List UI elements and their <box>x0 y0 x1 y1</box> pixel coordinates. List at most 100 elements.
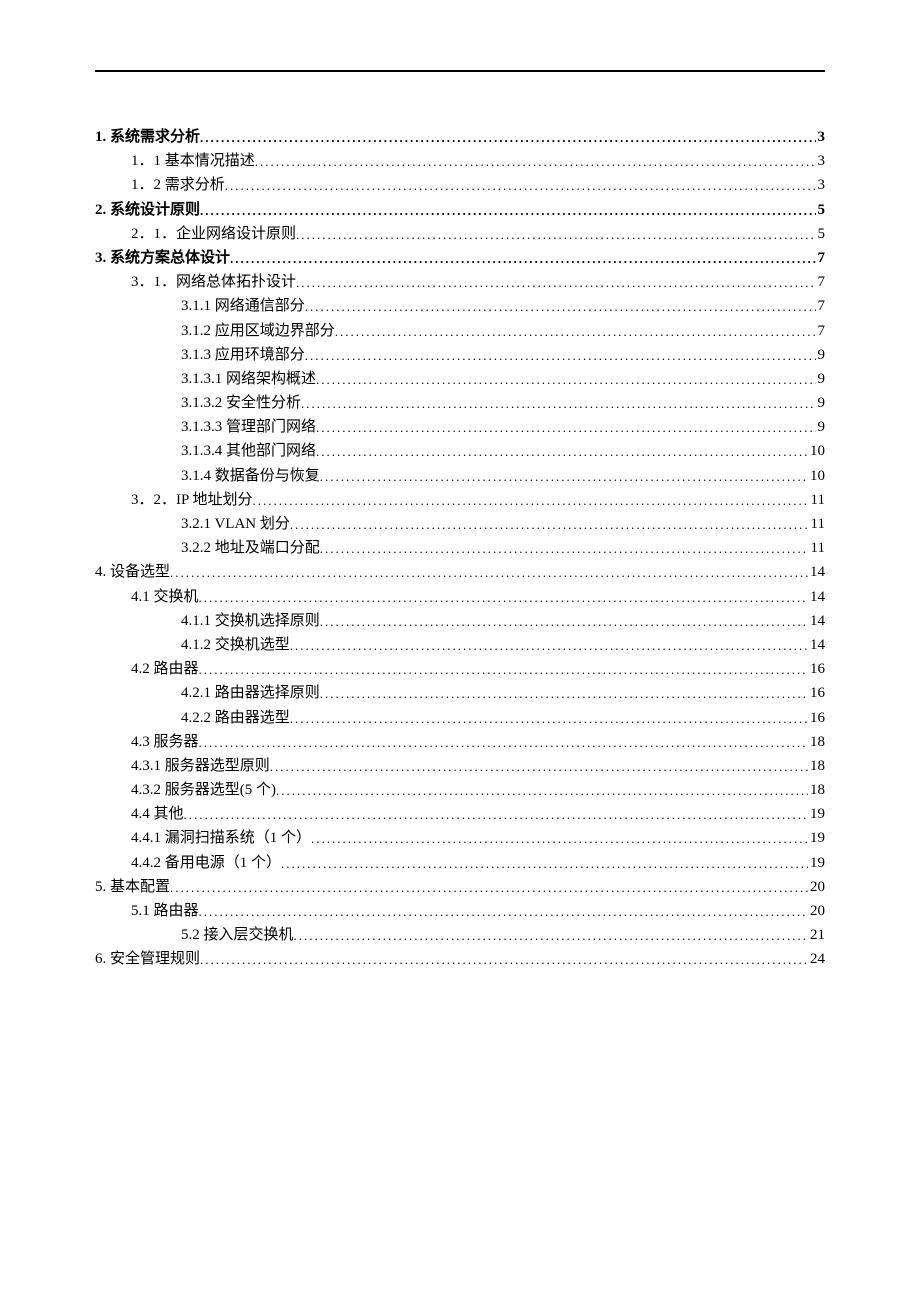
toc-entry-label: 3.1.3 应用环境部分 <box>181 348 305 363</box>
toc-entry[interactable]: 4.2.1 路由器选择原则 16 <box>95 686 825 701</box>
toc-entry[interactable]: 4.1.1 交换机选择原则 14 <box>95 614 825 629</box>
toc-leader-dots <box>311 832 808 845</box>
toc-entry-page: 5 <box>816 203 826 218</box>
toc-entry[interactable]: 4.4.2 备用电源（1 个） 19 <box>95 856 825 871</box>
toc-entry-label: 3．2．IP 地址划分 <box>131 493 253 508</box>
header-rule <box>95 70 825 72</box>
toc-entry[interactable]: 3.1.4 数据备份与恢复 10 <box>95 469 825 484</box>
toc-leader-dots <box>199 591 808 604</box>
toc-entry-label: 3.1.2 应用区域边界部分 <box>181 324 335 339</box>
toc-entry-label: 3. 系统方案总体设计 <box>95 251 230 266</box>
toc-entry[interactable]: 4.1.2 交换机选型 14 <box>95 638 825 653</box>
toc-leader-dots <box>294 929 808 942</box>
toc-entry-label: 2．1．企业网络设计原则 <box>131 227 296 242</box>
toc-entry[interactable]: 1. 系统需求分析3 <box>95 130 825 145</box>
toc-entry-page: 3 <box>816 178 826 193</box>
toc-entry-label: 3．1．网络总体拓扑设计 <box>131 275 296 290</box>
toc-leader-dots <box>301 397 815 410</box>
toc-entry[interactable]: 4.4 其他 19 <box>95 807 825 822</box>
toc-entry[interactable]: 2. 系统设计原则5 <box>95 203 825 218</box>
toc-entry-page: 14 <box>808 614 825 629</box>
toc-entry-label: 6. 安全管理规则 <box>95 952 200 967</box>
toc-entry-page: 9 <box>816 396 826 411</box>
toc-leader-dots <box>230 252 815 265</box>
toc-leader-dots <box>296 228 815 241</box>
toc-entry[interactable]: 5.1 路由器 20 <box>95 904 825 919</box>
toc-entry-label: 4.4.1 漏洞扫描系统（1 个） <box>131 831 311 846</box>
toc-entry-page: 7 <box>816 299 826 314</box>
toc-entry-label: 5.2 接入层交换机 <box>181 928 294 943</box>
toc-leader-dots <box>200 953 808 966</box>
toc-leader-dots <box>290 518 809 531</box>
toc-entry-page: 18 <box>808 783 825 798</box>
toc-entry-label: 4.3 服务器 <box>131 735 199 750</box>
toc-entry-page: 5 <box>816 227 826 242</box>
toc-entry-label: 4.2.1 路由器选择原则 <box>181 686 320 701</box>
toc-entry-label: 4.4 其他 <box>131 807 184 822</box>
toc-entry-label: 4.3.2 服务器选型(5 个) <box>131 783 276 798</box>
toc-entry-label: 4.3.1 服务器选型原则 <box>131 759 270 774</box>
toc-leader-dots <box>225 179 816 192</box>
toc-entry[interactable]: 3.1.1 网络通信部分 7 <box>95 299 825 314</box>
toc-entry[interactable]: 3.2.2 地址及端口分配 11 <box>95 541 825 556</box>
toc-entry[interactable]: 5.2 接入层交换机 21 <box>95 928 825 943</box>
toc-entry[interactable]: 1．1 基本情况描述3 <box>95 154 825 169</box>
toc-entry-page: 3 <box>816 154 826 169</box>
toc-entry[interactable]: 4.3 服务器18 <box>95 735 825 750</box>
toc-entry-label: 4.4.2 备用电源（1 个） <box>131 856 281 871</box>
toc-entry-label: 4.2.2 路由器选型 <box>181 711 290 726</box>
toc-entry-label: 5.1 路由器 <box>131 904 199 919</box>
toc-entry-label: 5. 基本配置 <box>95 880 170 895</box>
toc-leader-dots <box>170 881 808 894</box>
toc-entry[interactable]: 2．1．企业网络设计原则 5 <box>95 227 825 242</box>
toc-entry[interactable]: 6. 安全管理规则24 <box>95 952 825 967</box>
toc-entry-page: 3 <box>816 130 826 145</box>
toc-entry-page: 16 <box>808 686 825 701</box>
toc-entry[interactable]: 3. 系统方案总体设计 7 <box>95 251 825 266</box>
toc-entry-page: 21 <box>808 928 825 943</box>
toc-entry-label: 3.1.3.2 安全性分析 <box>181 396 301 411</box>
toc-entry[interactable]: 4. 设备选型14 <box>95 565 825 580</box>
toc-leader-dots <box>316 445 808 458</box>
toc-entry[interactable]: 3．2．IP 地址划分11 <box>95 493 825 508</box>
toc-entry-page: 19 <box>808 856 825 871</box>
toc-entry-label: 3.1.3.1 网络架构概述 <box>181 372 316 387</box>
toc-entry[interactable]: 3.1.2 应用区域边界部分 7 <box>95 324 825 339</box>
toc-entry[interactable]: 3.1.3 应用环境部分 9 <box>95 348 825 363</box>
toc-entry[interactable]: 3.1.3.1 网络架构概述 9 <box>95 372 825 387</box>
toc-entry[interactable]: 3.2.1 VLAN 划分 11 <box>95 517 825 532</box>
toc-entry[interactable]: 1．2 需求分析 3 <box>95 178 825 193</box>
table-of-contents: 1. 系统需求分析3 1．1 基本情况描述3 1．2 需求分析 3 2. 系统设计原则5… <box>95 130 825 967</box>
toc-entry[interactable]: 4.3.1 服务器选型原则 18 <box>95 759 825 774</box>
toc-entry[interactable]: 5. 基本配置20 <box>95 880 825 895</box>
toc-entry-page: 9 <box>816 420 826 435</box>
toc-leader-dots <box>253 494 809 507</box>
toc-entry-page: 7 <box>816 251 826 266</box>
toc-leader-dots <box>200 204 815 217</box>
toc-leader-dots <box>296 276 815 289</box>
toc-entry-page: 11 <box>809 541 825 556</box>
toc-entry-label: 3.1.1 网络通信部分 <box>181 299 305 314</box>
toc-leader-dots <box>281 857 808 870</box>
toc-entry[interactable]: 3.1.3.3 管理部门网络 9 <box>95 420 825 435</box>
toc-entry[interactable]: 4.2.2 路由器选型 16 <box>95 711 825 726</box>
toc-entry-label: 4.2 路由器 <box>131 662 199 677</box>
toc-entry[interactable]: 4.1 交换机14 <box>95 590 825 605</box>
toc-entry[interactable]: 3.1.3.4 其他部门网络 10 <box>95 444 825 459</box>
toc-entry-page: 14 <box>808 590 825 605</box>
toc-entry-page: 16 <box>808 711 825 726</box>
toc-entry-page: 19 <box>808 807 825 822</box>
toc-entry[interactable]: 4.4.1 漏洞扫描系统（1 个） 19 <box>95 831 825 846</box>
toc-leader-dots <box>335 325 816 338</box>
toc-entry[interactable]: 4.3.2 服务器选型(5 个) 18 <box>95 783 825 798</box>
toc-entry[interactable]: 4.2 路由器16 <box>95 662 825 677</box>
toc-entry-page: 7 <box>816 275 826 290</box>
toc-entry[interactable]: 3．1．网络总体拓扑设计 7 <box>95 275 825 290</box>
toc-entry-label: 3.2.1 VLAN 划分 <box>181 517 290 532</box>
toc-entry-label: 1．2 需求分析 <box>131 178 225 193</box>
toc-entry-page: 9 <box>816 348 826 363</box>
toc-leader-dots <box>290 712 808 725</box>
toc-entry[interactable]: 3.1.3.2 安全性分析 9 <box>95 396 825 411</box>
toc-leader-dots <box>199 663 808 676</box>
toc-leader-dots <box>199 736 808 749</box>
